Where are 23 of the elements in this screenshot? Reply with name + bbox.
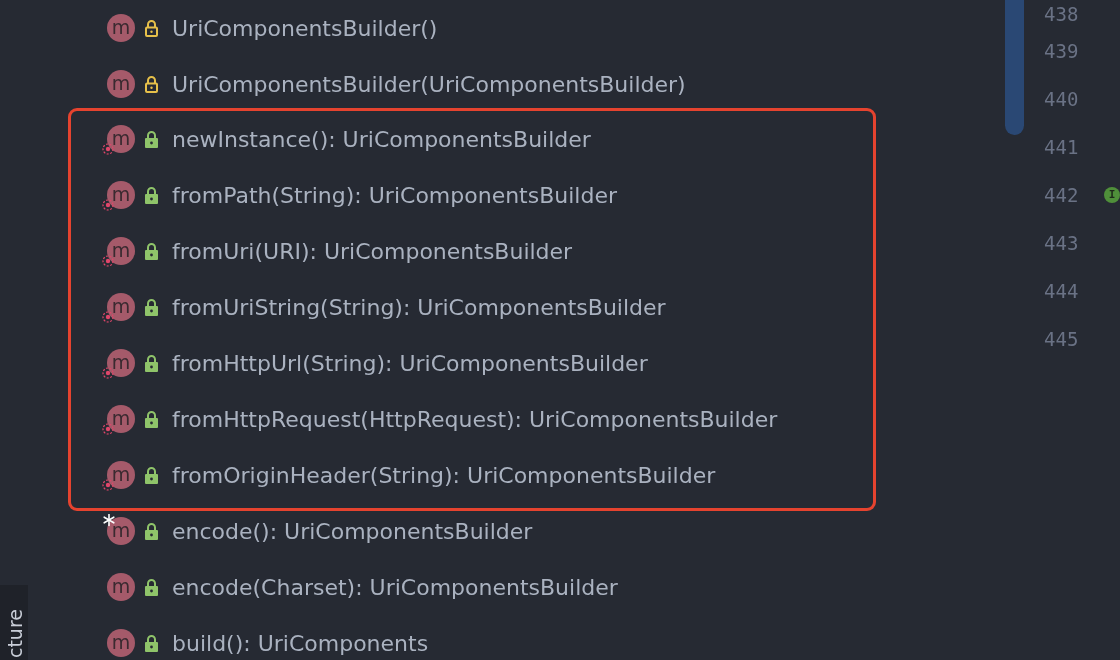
method-name[interactable]: fromUriString(String): UriComponentsBuilder: [172, 294, 666, 320]
method-name[interactable]: UriComponentsBuilder(UriComponentsBuilder): [172, 71, 686, 97]
method-name[interactable]: build(): UriComponents: [172, 630, 429, 656]
method-name[interactable]: fromUri(URI): UriComponentsBuilder: [172, 238, 573, 264]
method-name[interactable]: fromPath(String): UriComponentsBuilder: [172, 182, 617, 208]
line-number: 439: [1044, 40, 1080, 62]
method-name[interactable]: UriComponentsBuilder(): [172, 15, 438, 41]
scrollbar-thumb[interactable]: [1005, 0, 1024, 135]
line-number: 442: [1044, 184, 1080, 206]
line-number: 441: [1044, 136, 1080, 158]
side-tab[interactable]: cture: [0, 585, 28, 660]
method-name[interactable]: fromOriginHeader(String): UriComponentsBuilder: [172, 462, 716, 488]
method-name[interactable]: encode(Charset): UriComponentsBuilder: [172, 574, 618, 600]
gutter-marker-icon[interactable]: I: [1104, 187, 1120, 203]
line-number: 438: [1044, 2, 1080, 25]
method-name[interactable]: fromHttpUrl(String): UriComponentsBuilder: [172, 350, 648, 376]
line-number: 440: [1044, 88, 1080, 110]
line-number: 445: [1044, 328, 1080, 350]
method-name[interactable]: encode(): UriComponentsBuilder: [172, 518, 533, 544]
line-number: 444: [1044, 280, 1080, 302]
method-name[interactable]: newInstance(): UriComponentsBuilder: [172, 126, 591, 152]
method-name[interactable]: fromHttpRequest(HttpRequest): UriComponentsBuilder: [172, 406, 778, 432]
line-number: 443: [1044, 232, 1080, 254]
